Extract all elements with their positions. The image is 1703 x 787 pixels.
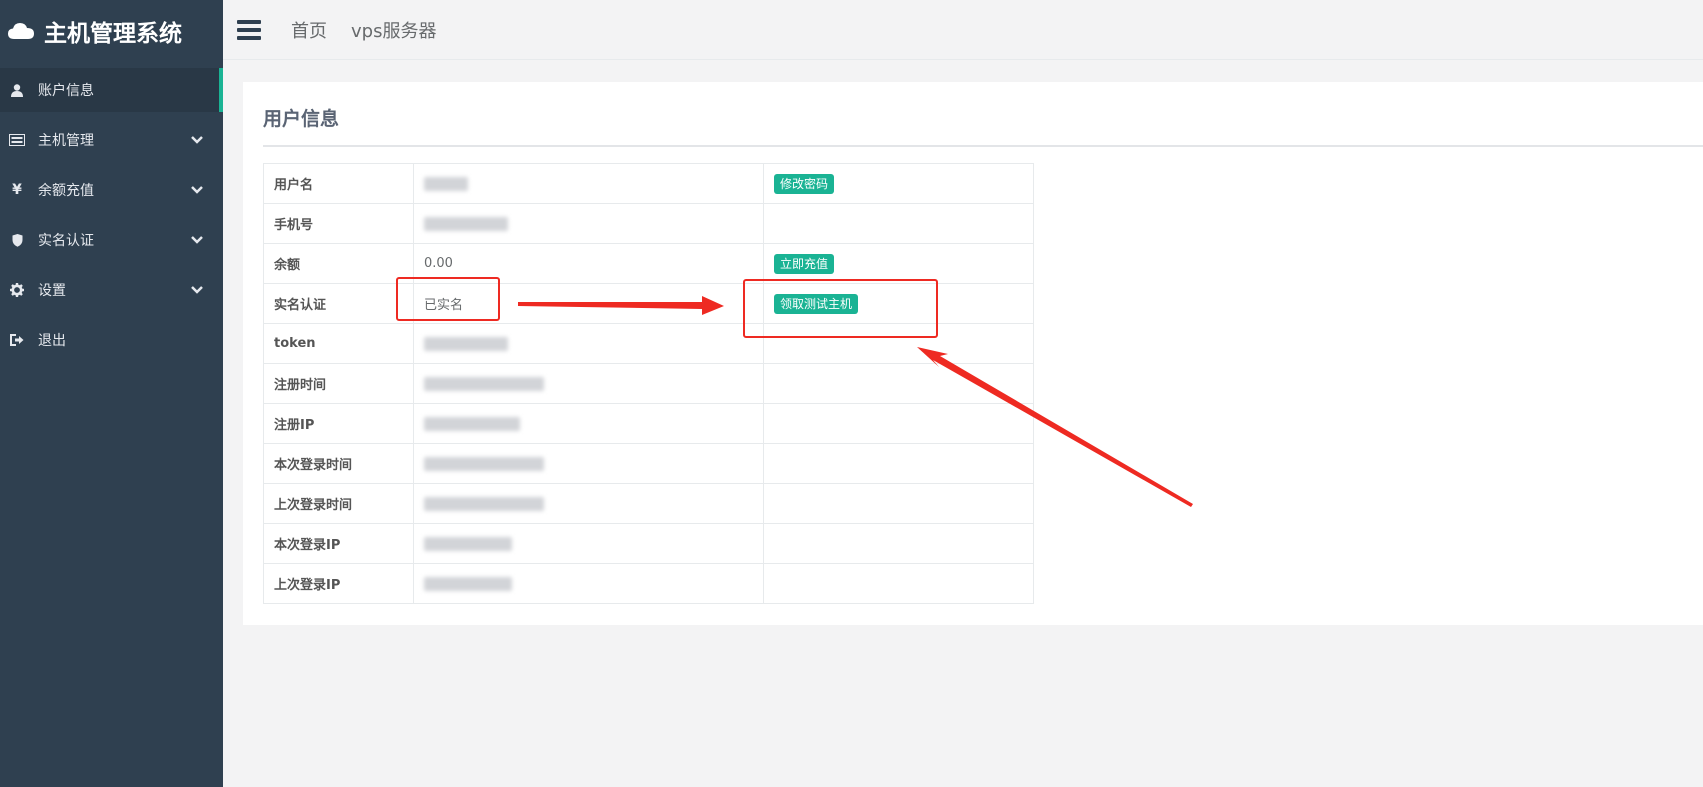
user-info-panel: 用户信息 用户名 修改密码 手机号 余额 0.00 立即充值 实名认证 已实名 … <box>243 82 1703 625</box>
row-value <box>413 563 764 604</box>
user-icon <box>8 83 26 97</box>
server-icon <box>8 134 26 146</box>
row-key: 手机号 <box>263 203 414 244</box>
row-key: 余额 <box>263 243 414 284</box>
chevron-down-icon <box>191 286 203 294</box>
shield-icon <box>8 233 26 247</box>
table-row: 注册IP <box>263 403 1034 444</box>
brand-title: 主机管理系统 <box>44 21 182 47</box>
gear-icon <box>8 283 26 297</box>
change-password-button[interactable]: 修改密码 <box>774 173 835 194</box>
table-row: 余额 0.00 立即充值 <box>263 243 1034 284</box>
chevron-down-icon <box>191 136 203 144</box>
recharge-now-button[interactable]: 立即充值 <box>774 253 835 274</box>
table-row: 本次登录时间 <box>263 443 1034 484</box>
row-value <box>413 443 764 484</box>
row-action <box>763 203 1034 244</box>
cloud-icon <box>8 22 34 40</box>
redacted-value <box>424 416 520 431</box>
row-key: token <box>263 323 414 364</box>
sidebar-item-logout[interactable]: 退出 <box>0 318 223 362</box>
row-action <box>763 563 1034 604</box>
row-key: 注册IP <box>263 403 414 444</box>
page-title: 用户信息 <box>263 104 1703 147</box>
user-info-table: 用户名 修改密码 手机号 余额 0.00 立即充值 实名认证 已实名 领取测试主… <box>263 163 1034 604</box>
sidebar-item-label: 余额充值 <box>38 183 94 199</box>
row-value <box>413 163 764 204</box>
row-action <box>763 523 1034 564</box>
top-link-home[interactable]: 首页 <box>291 17 327 43</box>
top-link-vps[interactable]: vps服务器 <box>351 17 436 43</box>
sidebar-item-settings[interactable]: 设置 <box>0 268 223 312</box>
table-row: 上次登录IP <box>263 563 1034 604</box>
sidebar: 主机管理系统 账户信息 主机管理 ¥ 余额充值 实名认证 设置 退出 <box>0 0 223 787</box>
row-key: 上次登录IP <box>263 563 414 604</box>
row-action <box>763 363 1034 404</box>
row-key: 本次登录IP <box>263 523 414 564</box>
row-value <box>413 523 764 564</box>
row-action <box>763 443 1034 484</box>
table-row: 本次登录IP <box>263 523 1034 564</box>
sidebar-item-label: 退出 <box>38 333 66 349</box>
brand: 主机管理系统 <box>0 0 223 62</box>
redacted-value <box>424 216 508 231</box>
sidebar-item-label: 实名认证 <box>38 233 94 249</box>
table-row: 上次登录时间 <box>263 483 1034 524</box>
table-row: 用户名 修改密码 <box>263 163 1034 204</box>
row-key: 本次登录时间 <box>263 443 414 484</box>
row-value <box>413 323 764 364</box>
sidebar-item-label: 设置 <box>38 283 66 299</box>
sign-out-icon <box>8 334 26 346</box>
redacted-value <box>424 456 544 471</box>
redacted-value <box>424 336 508 351</box>
row-value <box>413 483 764 524</box>
row-action: 修改密码 <box>763 163 1034 204</box>
row-key: 上次登录时间 <box>263 483 414 524</box>
table-row: 注册时间 <box>263 363 1034 404</box>
redacted-value <box>424 496 544 511</box>
sidebar-nav: 账户信息 主机管理 ¥ 余额充值 实名认证 设置 退出 <box>0 68 223 362</box>
sidebar-item-account[interactable]: 账户信息 <box>0 68 223 112</box>
row-action <box>763 403 1034 444</box>
menu-toggle-icon[interactable] <box>237 19 261 40</box>
redacted-value <box>424 576 512 591</box>
annotation-box-verified <box>396 277 500 321</box>
sidebar-item-label: 主机管理 <box>38 133 94 149</box>
sidebar-item-verification[interactable]: 实名认证 <box>0 218 223 262</box>
annotation-box-claim-host <box>743 279 938 338</box>
table-row: 手机号 <box>263 203 1034 244</box>
yen-icon: ¥ <box>12 182 22 198</box>
redacted-value <box>424 376 544 391</box>
top-navbar: 首页 vps服务器 <box>223 0 1703 60</box>
row-value <box>413 203 764 244</box>
chevron-down-icon <box>191 236 203 244</box>
sidebar-item-recharge[interactable]: ¥ 余额充值 <box>0 168 223 212</box>
row-key: 注册时间 <box>263 363 414 404</box>
row-action: 立即充值 <box>763 243 1034 284</box>
chevron-down-icon <box>191 186 203 194</box>
row-action <box>763 483 1034 524</box>
row-value <box>413 403 764 444</box>
redacted-value <box>424 176 468 191</box>
sidebar-item-label: 账户信息 <box>38 83 94 99</box>
row-key: 实名认证 <box>263 283 414 324</box>
redacted-value <box>424 536 512 551</box>
row-value <box>413 363 764 404</box>
sidebar-item-hosts[interactable]: 主机管理 <box>0 118 223 162</box>
row-key: 用户名 <box>263 163 414 204</box>
